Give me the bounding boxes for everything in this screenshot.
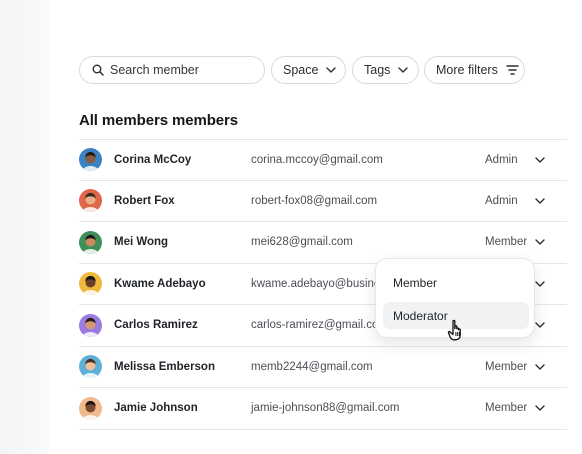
role-option-member[interactable]: Member (383, 269, 529, 296)
chevron-down-icon[interactable] (535, 281, 545, 287)
member-email: jamie-johnson88@gmail.com (251, 402, 400, 415)
avatar (79, 272, 102, 296)
member-email: robert-fox08@gmail.com (251, 194, 378, 207)
more-filters-button[interactable]: More filters (424, 56, 525, 84)
member-row[interactable]: Jamie Johnson jamie-johnson88@gmail.com … (79, 388, 567, 430)
member-email: memb2244@gmail.com (251, 360, 373, 373)
member-name: Kwame Adebayo (114, 277, 206, 290)
section-title: All members members (79, 112, 239, 129)
search-box[interactable] (79, 56, 265, 84)
chevron-down-icon[interactable] (535, 157, 545, 163)
member-row[interactable]: Melissa Emberson memb2244@gmail.com Memb… (79, 347, 567, 388)
member-email: corina.mccoy@gmail.com (251, 153, 383, 166)
chevron-down-icon (326, 67, 337, 73)
member-email: mei628@gmail.com (251, 236, 353, 249)
chevron-down-icon[interactable] (535, 198, 545, 204)
member-row[interactable]: Corina McCoy corina.mccoy@gmail.com Admi… (79, 139, 567, 181)
member-email: kwame.adebayo@business (251, 277, 392, 290)
hand-pointer-icon (446, 318, 468, 347)
member-name: Carlos Ramirez (114, 319, 198, 332)
chevron-down-icon (398, 67, 409, 73)
member-role: Admin (485, 153, 518, 166)
member-row[interactable]: Robert Fox robert-fox08@gmail.com Admin (79, 181, 567, 222)
avatar (79, 313, 102, 337)
member-role: Admin (485, 194, 518, 207)
avatar (79, 355, 102, 379)
chevron-down-icon[interactable] (535, 322, 545, 328)
space-filter-button[interactable]: Space (271, 56, 346, 84)
member-name: Melissa Emberson (114, 360, 215, 373)
member-name: Mei Wong (114, 236, 169, 249)
space-filter-label: Space (283, 63, 319, 77)
chevron-down-icon[interactable] (535, 364, 545, 370)
member-role: Member (485, 236, 528, 249)
tags-filter-button[interactable]: Tags (352, 56, 419, 84)
member-role: Member (485, 402, 528, 415)
left-sidebar-shadow (0, 0, 49, 454)
filter-lines-icon (506, 65, 519, 75)
chevron-down-icon[interactable] (535, 405, 545, 411)
avatar (79, 230, 102, 254)
search-input[interactable] (110, 63, 250, 77)
more-filters-label: More filters (436, 63, 498, 77)
avatar (79, 148, 102, 172)
member-name: Jamie Johnson (114, 402, 198, 415)
avatar (79, 189, 102, 213)
search-icon (92, 64, 104, 76)
member-name: Robert Fox (114, 194, 175, 207)
tags-filter-label: Tags (364, 63, 391, 77)
avatar (79, 396, 102, 420)
member-name: Corina McCoy (114, 153, 192, 166)
member-role: Member (485, 360, 528, 373)
member-email: carlos-ramirez@gmail.com (251, 319, 388, 332)
chevron-down-icon[interactable] (535, 239, 545, 245)
